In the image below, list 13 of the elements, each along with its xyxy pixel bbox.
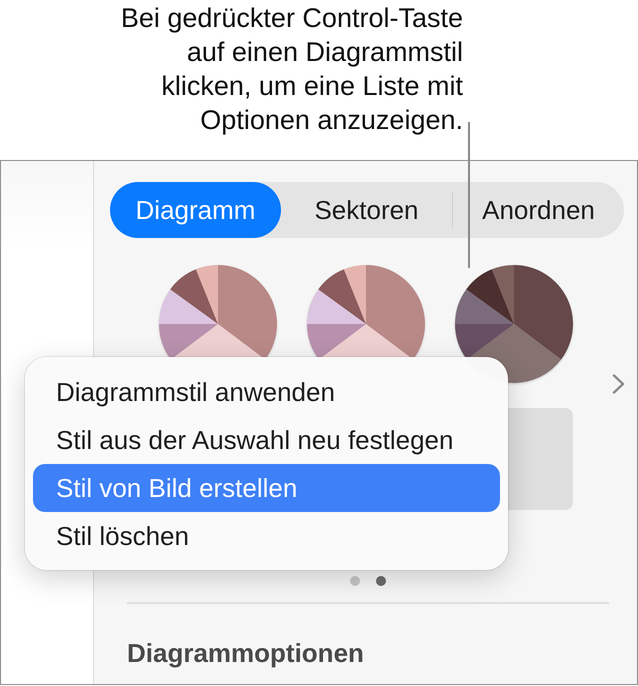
menu-item[interactable]: Stil löschen	[33, 512, 500, 560]
tab[interactable]: Sektoren	[281, 182, 452, 238]
tab[interactable]: Anordnen	[453, 182, 624, 238]
page-dot[interactable]	[350, 576, 360, 586]
page-dot[interactable]	[376, 576, 386, 586]
menu-item[interactable]: Stil aus der Auswahl neu festlegen	[33, 416, 500, 464]
chevron-right-icon[interactable]	[612, 374, 625, 394]
section-title: Diagrammoptionen	[127, 638, 365, 668]
pie-chart-style[interactable]	[455, 265, 573, 383]
tab[interactable]: Diagramm	[110, 182, 281, 238]
callout-text: Bei gedrückter Control-Taste auf einen Diagrammstil klicken, um eine Liste mit Optionen anzuzeigen.	[120, 2, 463, 137]
menu-item[interactable]: Diagrammstil anwenden	[33, 368, 500, 416]
menu-item[interactable]: Stil von Bild erstellen	[33, 464, 500, 512]
